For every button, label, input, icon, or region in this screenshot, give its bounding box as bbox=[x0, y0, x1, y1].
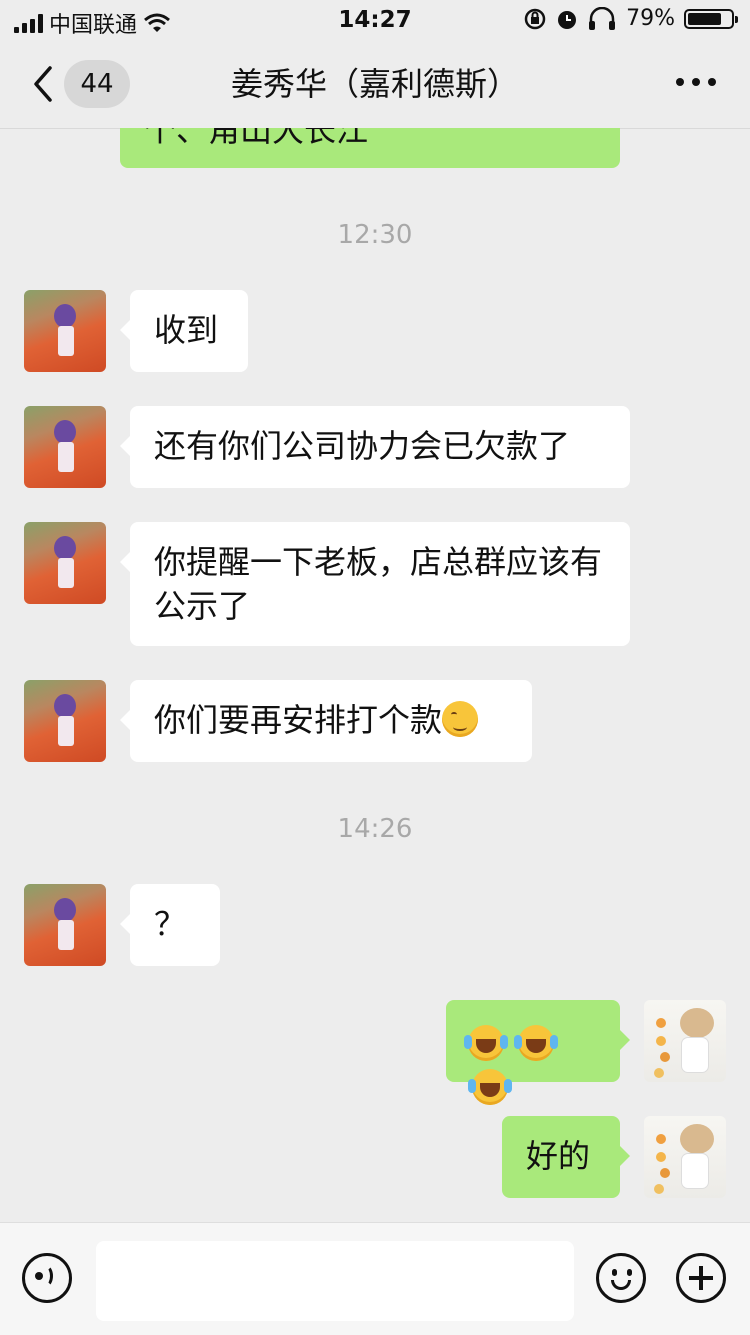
smiling-blush-emoji-icon bbox=[442, 701, 479, 737]
message-bubble-incoming[interactable]: 你们要再安排打个款 bbox=[120, 680, 532, 762]
timestamp: 12:30 bbox=[337, 220, 413, 250]
message-bubble-incoming[interactable]: ？ bbox=[120, 884, 220, 966]
contact-avatar[interactable] bbox=[24, 522, 106, 604]
contact-avatar[interactable] bbox=[24, 406, 106, 488]
contact-avatar[interactable] bbox=[24, 884, 106, 966]
message-text: 你们要再安排打个款 bbox=[154, 701, 443, 739]
input-bar bbox=[0, 1222, 750, 1335]
my-avatar[interactable] bbox=[644, 1000, 726, 1082]
chat-header: 44 姜秀华（嘉利德斯） bbox=[0, 40, 750, 129]
orientation-lock-icon bbox=[524, 8, 546, 29]
message-bubble-incoming[interactable]: 你提醒一下老板，店总群应该有公示了 bbox=[120, 522, 630, 646]
timestamp: 14:26 bbox=[337, 814, 413, 844]
contact-avatar[interactable] bbox=[24, 290, 106, 372]
status-bar: 中国联通 14:27 79% bbox=[0, 0, 750, 40]
headphones-icon bbox=[589, 6, 616, 30]
message-text: 好的 bbox=[526, 1137, 591, 1175]
alarm-icon bbox=[558, 10, 577, 29]
contact-avatar[interactable] bbox=[24, 680, 106, 762]
emoji-icon[interactable] bbox=[596, 1253, 646, 1303]
chat-title: 姜秀华（嘉利德斯） bbox=[230, 65, 519, 103]
laughing-crying-emoji-icon bbox=[468, 1069, 508, 1105]
battery-icon bbox=[684, 8, 738, 29]
message-text: ？ bbox=[154, 905, 187, 943]
battery-fill bbox=[688, 12, 722, 25]
add-icon[interactable] bbox=[676, 1253, 726, 1303]
laughing-crying-emoji-icon bbox=[514, 1025, 555, 1061]
message-bubble-incoming[interactable]: 收到 bbox=[120, 290, 248, 372]
message-input[interactable] bbox=[96, 1241, 574, 1321]
status-right: 79% bbox=[523, 6, 738, 31]
laughing-crying-emoji-icon bbox=[464, 1025, 504, 1061]
message-bubble-incoming[interactable]: 还有你们公司协力会已欠款了 bbox=[120, 406, 630, 488]
my-avatar[interactable] bbox=[644, 1116, 726, 1198]
battery-percent: 79% bbox=[626, 6, 675, 31]
message-text: 收到 bbox=[154, 311, 219, 349]
message-bubble-outgoing[interactable] bbox=[446, 1000, 630, 1105]
message-text: 你提醒一下老板，店总群应该有公示了 bbox=[154, 543, 603, 625]
message-text: 还有你们公司协力会已欠款了 bbox=[154, 427, 571, 465]
more-icon[interactable] bbox=[676, 78, 716, 86]
message-bubble-outgoing[interactable]: 好的 bbox=[502, 1116, 630, 1198]
voice-icon[interactable] bbox=[22, 1253, 72, 1303]
